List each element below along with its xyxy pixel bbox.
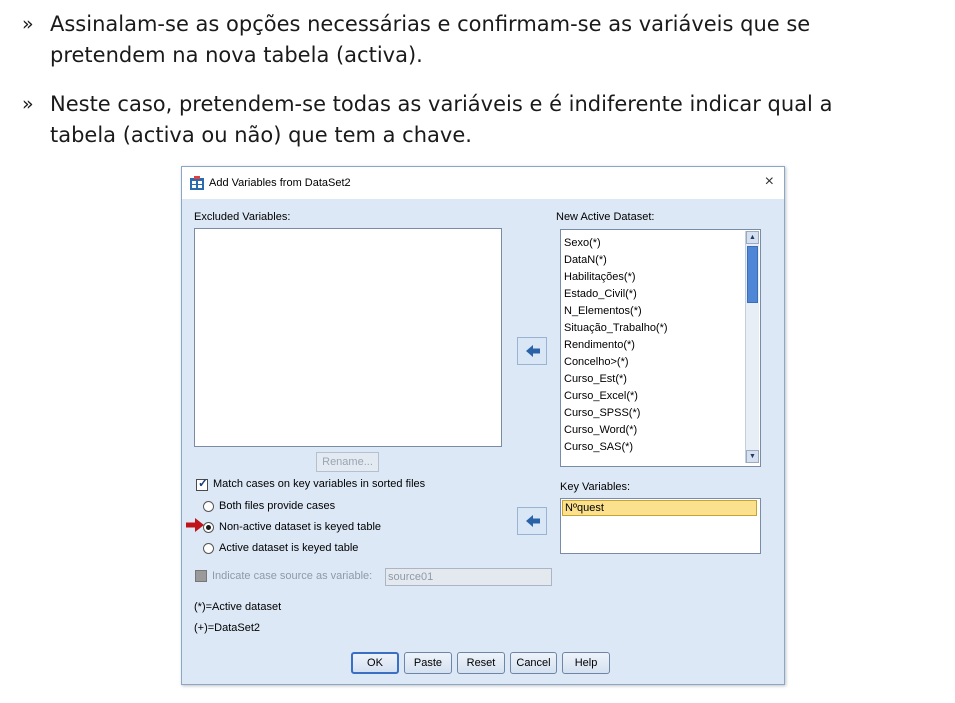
legend-active: (*)=Active dataset (194, 601, 282, 613)
bullet-1-line-1: Assinalam-se as opções necessárias e con… (50, 12, 811, 36)
vertical-scrollbar[interactable]: ▲ ▼ (745, 231, 759, 463)
list-item[interactable]: Curso_Word(*) (564, 422, 637, 439)
list-item[interactable]: Curso_Excel(*) (564, 388, 638, 405)
list-item[interactable]: Habilitações(*) (564, 269, 636, 286)
list-item[interactable]: Nºquest (562, 500, 757, 516)
indicate-source-label: Indicate case source as variable: (212, 570, 373, 582)
list-item[interactable]: DataN(*) (564, 252, 607, 269)
list-item[interactable]: Curso_SPSS(*) (564, 405, 640, 422)
match-cases-checkbox[interactable] (196, 476, 208, 491)
radio-active-keyed-label: Active dataset is keyed table (219, 542, 359, 554)
reset-button[interactable]: Reset (457, 652, 505, 674)
bullet-2-line-1: Neste caso, pretendem-se todas as variáv… (50, 92, 833, 116)
list-item[interactable]: Rendimento(*) (564, 337, 635, 354)
new-active-dataset-label: New Active Dataset: (556, 211, 655, 223)
source-variable-input[interactable]: source01 (385, 568, 552, 586)
list-item[interactable]: Sexo(*) (564, 235, 601, 252)
rename-button[interactable]: Rename... (316, 452, 379, 472)
list-item[interactable]: Estado_Civil(*) (564, 286, 637, 303)
radio-both-files-label: Both files provide cases (219, 500, 336, 512)
move-to-excluded-button[interactable] (517, 337, 547, 365)
key-variables-label: Key Variables: (560, 481, 631, 493)
ok-button[interactable]: OK (351, 652, 399, 674)
radio-non-active-keyed-label: Non-active dataset is keyed table (219, 521, 382, 533)
excluded-variables-label: Excluded Variables: (194, 211, 291, 223)
cancel-button[interactable]: Cancel (510, 652, 557, 674)
app-icon (190, 176, 204, 190)
paste-button[interactable]: Paste (404, 652, 452, 674)
help-button[interactable]: Help (562, 652, 610, 674)
move-left-arrow-icon (526, 345, 540, 357)
title-bar: Add Variables from DataSet2 × (182, 167, 784, 199)
list-item[interactable]: Curso_SAS(*) (564, 439, 633, 456)
key-variables-list[interactable]: Nºquest (560, 498, 761, 554)
new-active-dataset-list[interactable]: Sexo(*) DataN(*) Habilitações(*) Estado_… (560, 229, 761, 467)
radio-non-active-keyed[interactable] (203, 522, 214, 533)
bullet-1-line-2: pretendem na nova tabela (activa). (50, 43, 423, 67)
bullet-mark: » (22, 93, 34, 115)
list-item[interactable]: Concelho>(*) (564, 354, 629, 371)
bullet-2-line-2: tabela (activa ou não) que tem a chave. (50, 123, 472, 147)
list-item[interactable]: N_Elementos(*) (564, 303, 642, 320)
radio-active-keyed[interactable] (203, 543, 214, 554)
scroll-up-icon[interactable]: ▲ (746, 231, 759, 244)
match-cases-label: Match cases on key variables in sorted f… (213, 478, 426, 490)
legend-dataset2: (+)=DataSet2 (194, 622, 261, 634)
radio-both-files[interactable] (203, 501, 214, 512)
scroll-thumb[interactable] (747, 246, 758, 303)
add-variables-dialog: Add Variables from DataSet2 × Excluded V… (181, 166, 785, 685)
bullet-mark: » (22, 13, 34, 35)
list-item[interactable]: Situação_Trabalho(*) (564, 320, 668, 337)
excluded-variables-list[interactable] (194, 228, 502, 447)
move-key-variable-button[interactable] (517, 507, 547, 535)
red-pointer-arrow-icon (186, 518, 204, 532)
close-icon[interactable]: × (765, 173, 774, 191)
indicate-source-checkbox[interactable] (195, 570, 207, 582)
list-item[interactable]: Curso_Est(*) (564, 371, 627, 388)
dialog-title: Add Variables from DataSet2 (209, 177, 351, 189)
scroll-down-icon[interactable]: ▼ (746, 450, 759, 463)
move-left-arrow-icon (526, 515, 540, 527)
